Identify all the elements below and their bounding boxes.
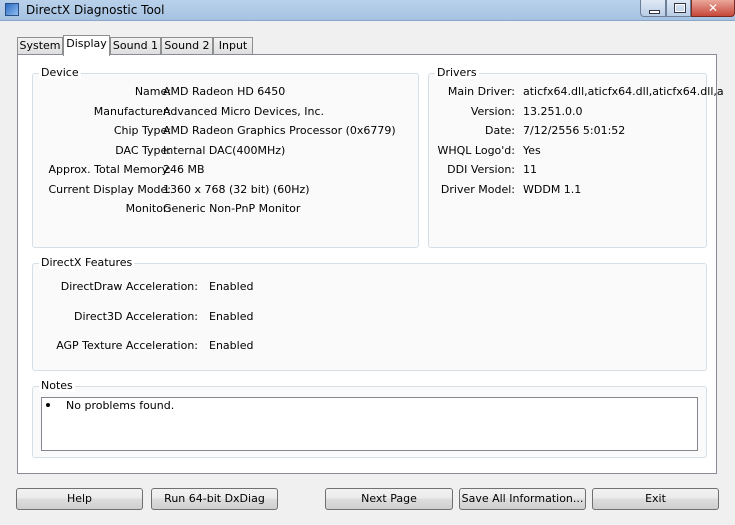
help-button[interactable]: Help [16,488,143,510]
driver-model-label: Driver Model: [440,183,515,196]
device-dac-type-value: Internal DAC(400MHz) [163,144,286,157]
device-display-mode-label: Current Display Mode: [48,183,171,196]
agp-value: Enabled [209,339,254,352]
notes-label: Notes [39,379,75,392]
device-manufacturer-value: Advanced Micro Devices, Inc. [163,105,325,118]
device-name-label: Name: [134,85,171,98]
tab-sound-1[interactable]: Sound 1 [110,37,161,54]
device-chip-type-label: Chip Type: [113,124,171,137]
direct3d-value: Enabled [209,310,254,323]
dxdiag-window: DirectX Diagnostic Tool ✕ System Display… [0,0,735,525]
dxdiag-app-icon [5,3,19,16]
display-tab-panel: Device Name: AMD Radeon HD 6450 Manufact… [17,54,724,474]
directx-features-group: DirectX Features DirectDraw Acceleration… [32,256,707,371]
tab-input[interactable]: Input [213,37,253,54]
drivers-group-label: Drivers [435,66,479,79]
close-icon: ✕ [707,1,719,15]
main-driver-value: aticfx64.dll,aticfx64.dll,aticfx64.dll,a [523,85,724,98]
whql-label: WHQL Logo'd: [437,144,515,157]
window-title: DirectX Diagnostic Tool [26,3,165,17]
device-name-value: AMD Radeon HD 6450 [163,85,286,98]
device-memory-value: 246 MB [163,163,205,176]
bullet-icon [46,403,50,407]
driver-date-label: Date: [485,124,515,137]
device-memory-label: Approx. Total Memory: [48,163,172,176]
notes-textbox[interactable]: No problems found. [41,397,698,451]
device-monitor-value: Generic Non-PnP Monitor [163,202,301,215]
directdraw-label: DirectDraw Acceleration: [60,280,198,293]
exit-button[interactable]: Exit [592,488,719,510]
driver-version-label: Version: [470,105,515,118]
maximize-button[interactable] [666,0,691,17]
directdraw-value: Enabled [209,280,254,293]
tab-sound-2[interactable]: Sound 2 [161,37,213,54]
device-dac-type-label: DAC Type: [115,144,171,157]
minimize-icon [649,10,660,14]
device-group-label: Device [39,66,81,79]
ddi-version-label: DDI Version: [447,163,515,176]
drivers-group: Drivers Main Driver: aticfx64.dll,aticfx… [428,66,724,248]
whql-value: Yes [523,144,541,157]
title-bar[interactable]: DirectX Diagnostic Tool ✕ [0,0,735,21]
device-group: Device Name: AMD Radeon HD 6450 Manufact… [32,66,419,248]
direct3d-label: Direct3D Acceleration: [74,310,198,323]
driver-version-value: 13.251.0.0 [523,105,583,118]
directx-features-label: DirectX Features [39,256,135,269]
device-manufacturer-label: Manufacturer: [93,105,171,118]
device-display-mode-value: 1360 x 768 (32 bit) (60Hz) [163,183,310,196]
next-page-button[interactable]: Next Page [325,488,453,510]
driver-model-value: WDDM 1.1 [523,183,582,196]
save-all-information-button[interactable]: Save All Information... [459,488,586,510]
main-driver-label: Main Driver: [447,85,515,98]
run-64bit-dxdiag-button[interactable]: Run 64-bit DxDiag [151,488,278,510]
tab-system[interactable]: System [17,37,63,54]
close-button[interactable]: ✕ [691,0,735,17]
notes-group: Notes No problems found. [32,379,707,458]
tab-display[interactable]: Display [63,35,110,56]
maximize-icon [674,3,686,13]
driver-date-value: 7/12/2556 5:01:52 [523,124,626,137]
agp-label: AGP Texture Acceleration: [56,339,198,352]
minimize-button[interactable] [640,0,666,17]
ddi-version-value: 11 [523,163,537,176]
device-monitor-label: Monitor: [125,202,171,215]
note-item: No problems found. [66,399,175,412]
